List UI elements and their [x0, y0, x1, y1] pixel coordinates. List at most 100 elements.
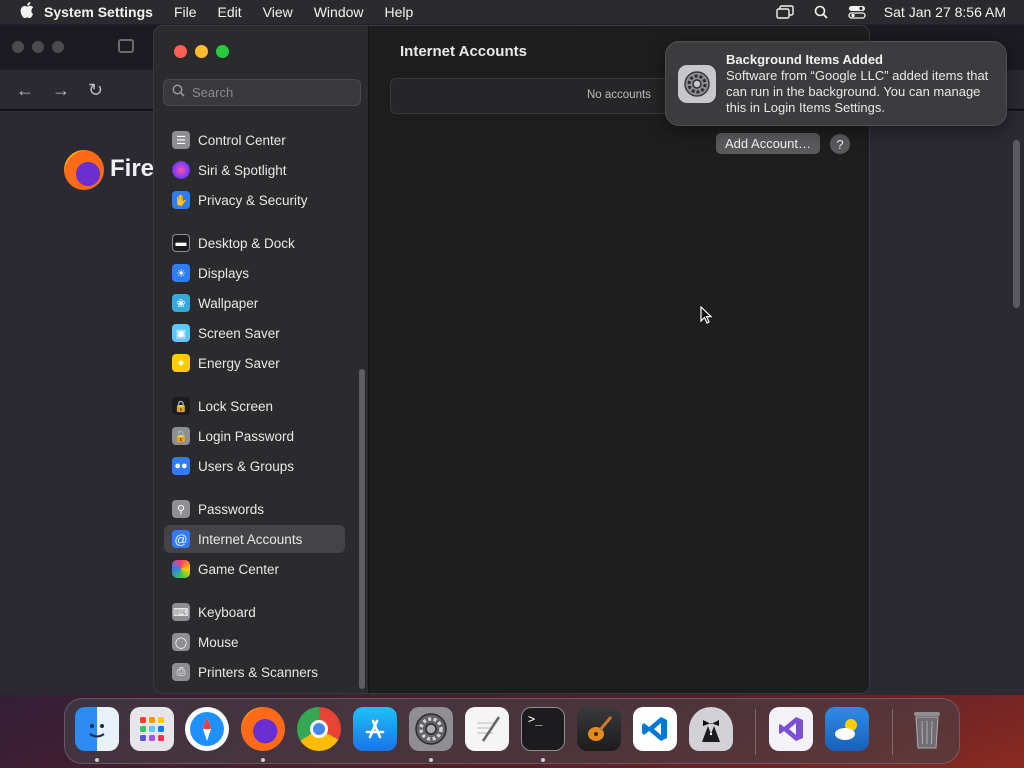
- sidebar-item-desktop-dock[interactable]: ▬ Desktop & Dock: [164, 229, 345, 257]
- app-menu-system-settings[interactable]: System Settings: [44, 4, 153, 20]
- sidebar-item-wallpaper[interactable]: ❀ Wallpaper: [164, 289, 345, 317]
- sidebar-item-printers-scanners[interactable]: ⎙ Printers & Scanners: [164, 658, 345, 686]
- spotlight-search-icon[interactable]: [812, 5, 830, 19]
- dock-weather-icon[interactable]: [825, 707, 869, 751]
- sidebar-scrollbar[interactable]: [359, 369, 365, 689]
- forward-arrow-icon[interactable]: →: [52, 80, 70, 101]
- dock-safari-icon[interactable]: [185, 707, 229, 751]
- sidebar-item-login-password[interactable]: 🔒 Login Password: [164, 422, 345, 450]
- firefox-scrollbar[interactable]: [1013, 140, 1020, 308]
- dock-vscode-icon[interactable]: [633, 707, 677, 751]
- dock-visual-studio-icon[interactable]: [769, 707, 813, 751]
- notification-banner[interactable]: Background Items Added Software from “Go…: [665, 41, 1007, 126]
- dock-trash-icon[interactable]: [905, 707, 949, 751]
- key-icon: ⚲: [172, 500, 190, 518]
- dock-terminal-icon[interactable]: >_: [521, 707, 565, 751]
- menu-edit[interactable]: Edit: [218, 4, 242, 20]
- lock-icon: 🔒: [172, 397, 190, 415]
- sidebar-item-label: Privacy & Security: [198, 192, 308, 208]
- close-button[interactable]: [174, 45, 187, 58]
- users-icon: ●●: [172, 457, 190, 475]
- apple-menu-icon[interactable]: [10, 2, 44, 22]
- sidebar-item-label: Login Password: [198, 428, 295, 444]
- dock-app-store-icon[interactable]: [353, 707, 397, 751]
- add-account-button[interactable]: Add Account…: [716, 133, 820, 154]
- at-icon: @: [172, 530, 190, 548]
- wallpaper-icon: ❀: [172, 294, 190, 312]
- bulb-icon: ●: [172, 354, 190, 372]
- search-input[interactable]: [192, 85, 352, 100]
- help-button[interactable]: ?: [830, 134, 850, 154]
- firefox-close-button[interactable]: [12, 41, 24, 53]
- screen-saver-icon: ▣: [172, 324, 190, 342]
- notification-title: Background Items Added: [726, 52, 883, 67]
- menu-view[interactable]: View: [263, 4, 293, 20]
- dock-running-indicator: [95, 758, 99, 762]
- settings-sidebar: ☰ Control Center Siri & Spotlight ✋ Priv…: [154, 26, 369, 693]
- menu-help[interactable]: Help: [385, 4, 414, 20]
- dock: >_: [64, 698, 960, 764]
- dock-chrome-icon[interactable]: [297, 707, 341, 751]
- sidebar-item-internet-accounts[interactable]: @ Internet Accounts: [164, 525, 345, 553]
- dock-finder-icon[interactable]: [75, 707, 119, 751]
- sidebar-item-siri-spotlight[interactable]: Siri & Spotlight: [164, 156, 345, 184]
- sidebar-item-users-groups[interactable]: ●● Users & Groups: [164, 452, 345, 480]
- sidebar-item-passwords[interactable]: ⚲ Passwords: [164, 495, 345, 523]
- control-center-icon: ☰: [172, 131, 190, 149]
- sidebar-item-label: Lock Screen: [198, 398, 274, 414]
- dock-running-indicator: [541, 758, 545, 762]
- firefox-view-icon[interactable]: [118, 39, 134, 53]
- siri-icon: [172, 161, 190, 179]
- settings-main-pane: Internet Accounts No accounts Add Accoun…: [370, 26, 869, 693]
- sidebar-item-label: Printers & Scanners: [198, 664, 319, 680]
- sidebar-item-lock-screen[interactable]: 🔒 Lock Screen: [164, 392, 345, 420]
- dock-bartender-icon[interactable]: [689, 707, 733, 751]
- zoom-button[interactable]: [216, 45, 229, 58]
- gear-icon: [678, 65, 716, 103]
- sidebar-item-energy-saver[interactable]: ● Energy Saver: [164, 349, 345, 377]
- sidebar-item-label: Internet Accounts: [198, 531, 303, 547]
- dock-separator: [892, 709, 893, 755]
- mouse-cursor-icon: [700, 305, 713, 329]
- printer-icon: ⎙: [172, 663, 190, 681]
- sidebar-item-label: Desktop & Dock: [198, 235, 295, 251]
- sidebar-item-displays[interactable]: ☀ Displays: [164, 259, 345, 287]
- dock-running-indicator: [261, 758, 265, 762]
- sidebar-item-label: Screen Saver: [198, 325, 280, 341]
- control-center-icon[interactable]: [848, 5, 866, 19]
- sidebar-item-game-center[interactable]: Game Center: [164, 555, 345, 583]
- minimize-button[interactable]: [195, 45, 208, 58]
- hand-icon: ✋: [172, 191, 190, 209]
- sidebar-item-label: Control Center: [198, 132, 286, 148]
- menu-window[interactable]: Window: [314, 4, 364, 20]
- sidebar-item-mouse[interactable]: ◯ Mouse: [164, 628, 345, 656]
- empty-state-text: No accounts: [587, 89, 651, 101]
- sidebar-item-label: Displays: [198, 265, 250, 281]
- sidebar-item-control-center[interactable]: ☰ Control Center: [164, 126, 345, 154]
- sidebar-item-label: Mouse: [198, 634, 239, 650]
- sidebar-item-label: Keyboard: [198, 604, 256, 620]
- firefox-zoom-button[interactable]: [52, 41, 64, 53]
- dock-firefox-icon[interactable]: [241, 707, 285, 751]
- dock-launchpad-icon[interactable]: [130, 707, 174, 751]
- page-title: Internet Accounts: [400, 43, 527, 60]
- dock-textedit-icon[interactable]: [465, 707, 509, 751]
- sidebar-item-label: Siri & Spotlight: [198, 162, 287, 178]
- sidebar-item-keyboard[interactable]: ⌨ Keyboard: [164, 598, 345, 626]
- firefox-minimize-button[interactable]: [32, 41, 44, 53]
- screen-mirroring-icon[interactable]: [776, 5, 794, 19]
- reload-icon[interactable]: ↻: [88, 80, 103, 101]
- lock-icon: 🔒: [172, 427, 190, 445]
- sidebar-item-label: Passwords: [198, 501, 265, 517]
- firefox-brand-text: Fire: [110, 155, 155, 182]
- menu-file[interactable]: File: [174, 4, 197, 20]
- firefox-window-controls: [12, 41, 64, 53]
- sidebar-item-partial: [164, 114, 345, 120]
- dock-system-settings-icon[interactable]: [409, 707, 453, 751]
- sidebar-item-privacy-security[interactable]: ✋ Privacy & Security: [164, 186, 345, 214]
- back-arrow-icon[interactable]: ←: [16, 80, 34, 101]
- dock-garageband-icon[interactable]: [577, 707, 621, 751]
- sidebar-item-screen-saver[interactable]: ▣ Screen Saver: [164, 319, 345, 347]
- sidebar-search[interactable]: [163, 79, 361, 106]
- menubar-clock[interactable]: Sat Jan 27 8:56 AM: [884, 4, 1006, 20]
